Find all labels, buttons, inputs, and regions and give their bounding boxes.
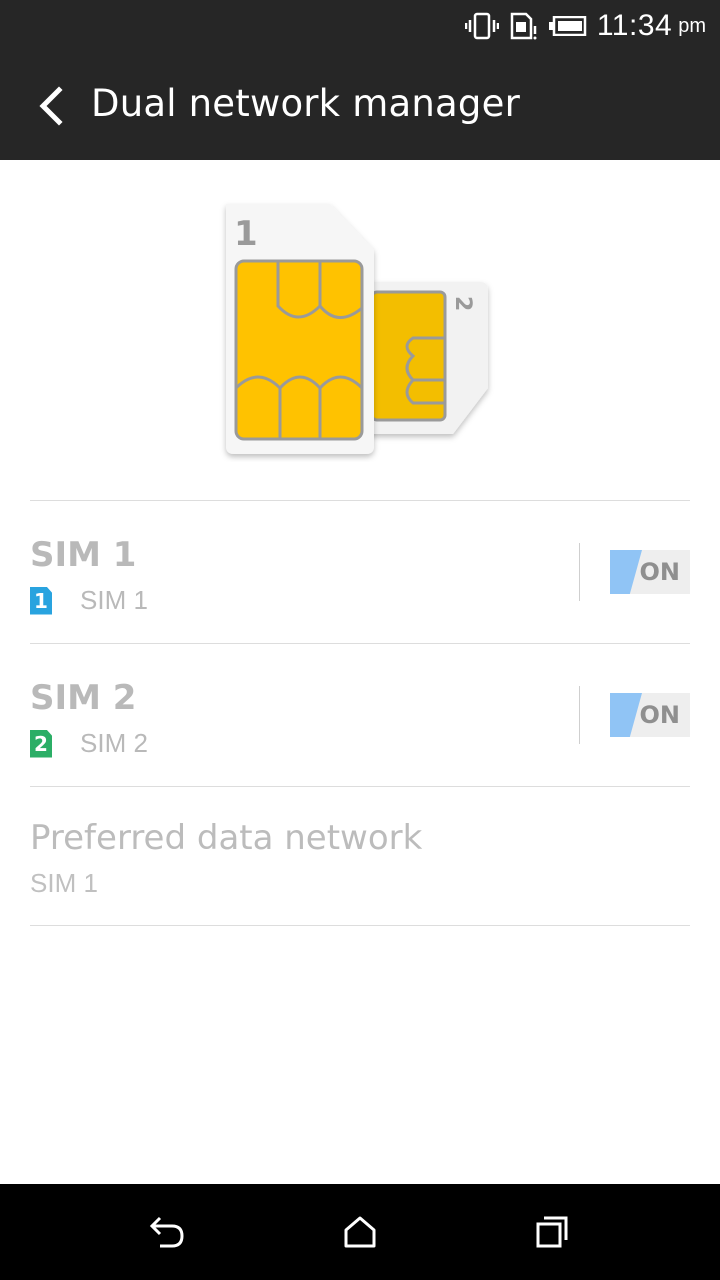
sim-2-subtitle-line: 2 SIM 2	[30, 728, 148, 759]
toggle-fill	[610, 550, 642, 594]
nav-back-button[interactable]	[140, 1206, 196, 1258]
back-arrow-icon	[39, 86, 63, 126]
sim-2-row[interactable]: SIM 2 2 SIM 2 ON	[30, 644, 690, 786]
sim-1-subtitle-line: 1 SIM 1	[30, 585, 148, 616]
sim-1-toggle[interactable]: ON	[610, 550, 690, 594]
nav-home-button[interactable]	[332, 1206, 388, 1258]
sim-1-row[interactable]: SIM 1 1 SIM 1 ON	[30, 501, 690, 643]
nav-recents-button[interactable]	[524, 1206, 580, 1258]
sim-2-badge-icon: 2	[30, 729, 52, 758]
sim-card-2-number: 2	[450, 296, 475, 311]
preferred-data-network-title: Preferred data network	[30, 818, 423, 858]
preferred-data-network-value: SIM 1	[30, 868, 98, 898]
navigation-bar	[0, 1184, 720, 1280]
page-title: Dual network manager	[91, 82, 520, 125]
clock-ampm: pm	[678, 14, 706, 37]
sim-1-title: SIM 1	[30, 535, 137, 575]
sim-1-toggle-label: ON	[639, 558, 681, 586]
status-bar: 11:34 pm	[0, 0, 720, 52]
sim-card-icon	[509, 12, 539, 40]
sim-2-toggle-label: ON	[639, 701, 681, 729]
toggle-fill	[610, 693, 642, 737]
sim-2-toggle[interactable]: ON	[610, 693, 690, 737]
sim-2-subtitle: SIM 2	[80, 728, 148, 758]
sim-card-1-graphic: 1	[226, 204, 374, 454]
sim-1-badge-icon: 1	[30, 586, 52, 615]
sim-1-subtitle: SIM 1	[80, 585, 148, 615]
clock: 11:34	[596, 9, 673, 42]
sim-card-2-graphic: 2	[364, 282, 488, 434]
sim-2-title: SIM 2	[30, 678, 137, 718]
sim-card-1-number: 1	[234, 214, 258, 254]
divider	[30, 925, 690, 926]
vertical-separator	[579, 686, 580, 744]
dual-sim-illustration: 2 1	[218, 198, 498, 462]
back-nav-icon	[149, 1216, 184, 1248]
app-bar: Dual network manager	[0, 52, 720, 160]
back-button[interactable]	[22, 78, 78, 134]
battery-icon	[548, 16, 587, 36]
vertical-separator	[579, 543, 580, 601]
home-icon	[344, 1216, 376, 1248]
vibrate-icon	[464, 12, 499, 40]
recents-icon	[536, 1216, 568, 1248]
